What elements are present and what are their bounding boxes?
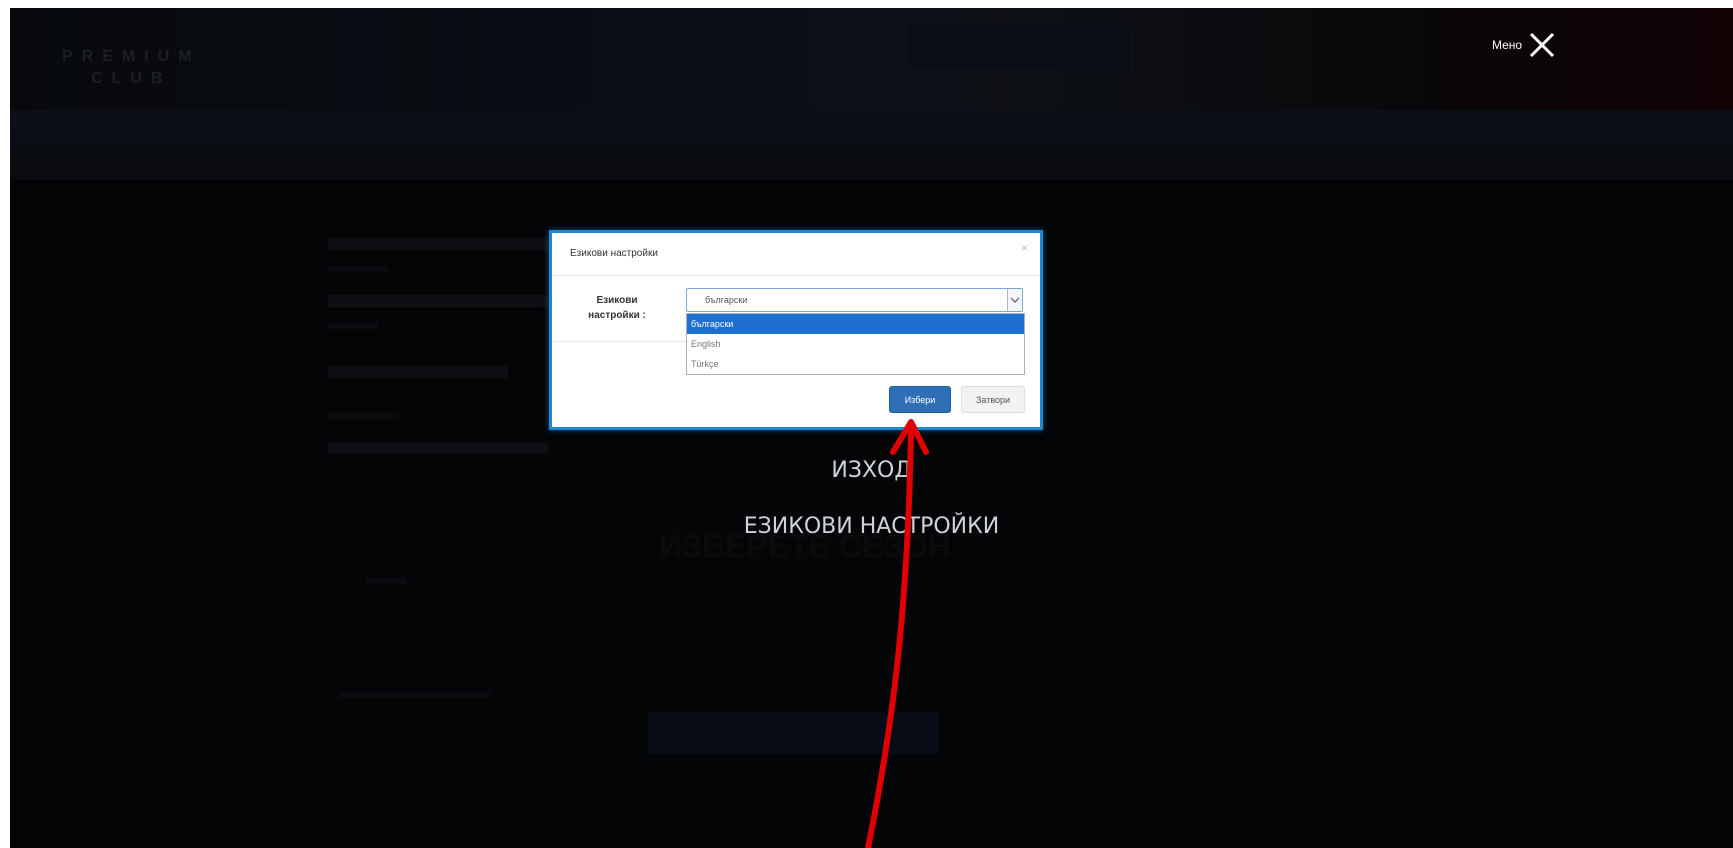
background-field (328, 442, 548, 454)
background-field (328, 238, 548, 250)
chevron-down-icon[interactable] (1007, 289, 1022, 311)
close-icon[interactable] (1525, 28, 1559, 62)
app-screen: PREMIUM CLUB Мено ИЗБЕРЕТЕ СЕЗОН ИЗХОД Е… (10, 8, 1733, 848)
modal-close-icon[interactable]: × (1021, 241, 1028, 255)
menu-label[interactable]: Мено (1492, 38, 1522, 52)
language-option-bulgarian[interactable]: български (687, 314, 1024, 334)
header-strip (10, 110, 1733, 180)
language-dropdown-list: български English Türkçe (686, 313, 1025, 375)
close-button[interactable]: Затвори (961, 386, 1025, 413)
logo-line-2: CLUB (91, 70, 172, 87)
modal-header-divider (552, 275, 1040, 276)
page-header: PREMIUM CLUB Мено (10, 8, 1733, 110)
select-button[interactable]: Избери (889, 386, 951, 413)
modal-title: Езикови настройки (570, 248, 658, 259)
menu-item-logout[interactable]: ИЗХОД (10, 458, 1733, 483)
language-select-value: български (705, 295, 748, 305)
background-field (328, 366, 508, 378)
modal-body-divider (552, 341, 686, 342)
background-field (328, 295, 548, 307)
language-field-label: Езикови настройки : (572, 293, 662, 323)
language-settings-modal: Езикови настройки × Езикови настройки : … (549, 230, 1043, 430)
language-option-turkish[interactable]: Türkçe (687, 354, 1024, 374)
background-field (328, 266, 388, 272)
menu-item-language-settings[interactable]: ЕЗИКОВИ НАСТРОЙКИ (10, 514, 1733, 539)
background-field (366, 578, 406, 584)
language-option-english[interactable]: English (687, 334, 1024, 354)
header-banner (905, 24, 1132, 70)
background-field (328, 323, 378, 329)
language-select[interactable]: български (686, 288, 1023, 312)
background-field (328, 413, 398, 419)
field-label-line-1: Езикови (596, 295, 638, 306)
dim-submit-button (648, 712, 938, 754)
field-label-line-2: настройки : (588, 310, 646, 321)
logo-line-1: PREMIUM (62, 48, 201, 65)
background-field (340, 692, 490, 698)
brand-logo[interactable]: PREMIUM CLUB (62, 46, 201, 90)
